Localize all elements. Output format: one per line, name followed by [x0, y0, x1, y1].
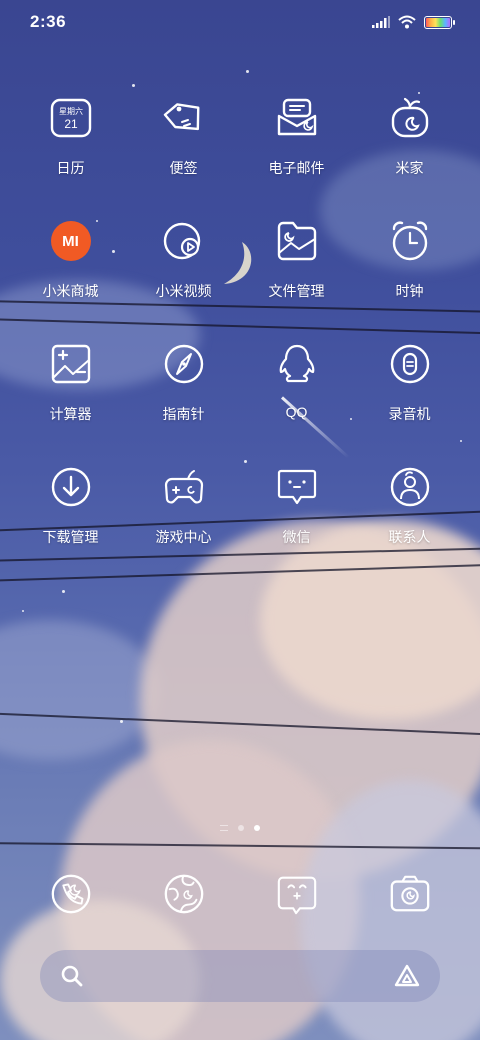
status-bar: 2:36	[0, 0, 480, 44]
calculator-icon	[49, 338, 93, 390]
calendar-icon: 星期六 21	[49, 92, 93, 144]
video-play-icon	[162, 215, 206, 267]
app-notes[interactable]: 便签	[127, 92, 240, 178]
page-dot-active[interactable]	[254, 825, 260, 831]
svg-text:星期六: 星期六	[59, 106, 83, 116]
browser-globe-icon	[162, 868, 206, 920]
page-dot[interactable]	[220, 825, 228, 831]
wifi-icon	[398, 15, 416, 29]
page-indicator	[0, 825, 480, 831]
download-icon	[49, 461, 93, 513]
battery-icon	[424, 15, 455, 29]
app-file-manager[interactable]: 文件管理	[240, 215, 353, 301]
status-icons	[372, 15, 455, 29]
page-dot[interactable]	[238, 825, 244, 831]
app-label: 小米商城	[42, 283, 99, 299]
app-label: 便签	[169, 160, 198, 176]
app-email[interactable]: 电子邮件	[240, 92, 353, 178]
app-label: 微信	[282, 529, 311, 545]
app-label: 联系人	[388, 529, 431, 545]
notes-tag-icon	[162, 92, 206, 144]
search-icon[interactable]	[60, 964, 84, 988]
app-label: 录音机	[388, 406, 431, 422]
app-download-manager[interactable]: 下载管理	[14, 461, 127, 547]
app-grid: 星期六 21 日历 便签 电子邮件 米家 MI 小米商城 小米视频 文件管理 时…	[14, 92, 466, 547]
camera-icon	[388, 868, 432, 920]
dock-browser[interactable]	[127, 868, 240, 920]
dock	[14, 868, 466, 920]
app-label: 游戏中心	[155, 529, 212, 545]
app-label: QQ	[285, 404, 308, 420]
app-contacts[interactable]: 联系人	[353, 461, 466, 547]
app-label: 电子邮件	[268, 160, 325, 176]
compass-icon	[162, 338, 206, 390]
messages-icon	[275, 868, 319, 920]
search-bar[interactable]	[40, 950, 440, 1002]
gamepad-icon	[162, 461, 206, 513]
app-wechat[interactable]: 微信	[240, 461, 353, 547]
app-mi-store[interactable]: MI 小米商城	[14, 215, 127, 301]
email-icon	[275, 92, 319, 144]
phone-icon	[49, 868, 93, 920]
wechat-chat-icon	[275, 461, 319, 513]
assistant-icon[interactable]	[394, 964, 420, 988]
dock-camera[interactable]	[353, 868, 466, 920]
app-qq[interactable]: QQ	[240, 338, 353, 424]
clock-icon	[388, 215, 432, 267]
mi-logo: MI	[50, 221, 91, 261]
app-label: 指南针	[162, 406, 205, 422]
dock-phone[interactable]	[14, 868, 127, 920]
mi-store-icon: MI	[49, 215, 93, 267]
recorder-icon	[388, 338, 432, 390]
dock-messages[interactable]	[240, 868, 353, 920]
app-label: 下载管理	[42, 529, 99, 545]
app-mijia[interactable]: 米家	[353, 92, 466, 178]
qq-penguin-icon	[275, 338, 319, 390]
app-label: 文件管理	[268, 283, 325, 299]
app-label: 小米视频	[155, 283, 212, 299]
app-label: 时钟	[395, 283, 424, 299]
status-time: 2:36	[30, 12, 67, 31]
app-label: 米家	[395, 160, 424, 176]
app-label: 计算器	[49, 406, 92, 422]
contacts-icon	[388, 461, 432, 513]
app-label: 日历	[56, 160, 85, 176]
file-manager-icon	[275, 215, 319, 267]
app-clock[interactable]: 时钟	[353, 215, 466, 301]
app-compass[interactable]: 指南针	[127, 338, 240, 424]
app-game-center[interactable]: 游戏中心	[127, 461, 240, 547]
mijia-icon	[388, 92, 432, 144]
app-recorder[interactable]: 录音机	[353, 338, 466, 424]
app-mi-video[interactable]: 小米视频	[127, 215, 240, 301]
app-calendar[interactable]: 星期六 21 日历	[14, 92, 127, 178]
svg-text:21: 21	[64, 117, 78, 131]
app-calculator[interactable]: 计算器	[14, 338, 127, 424]
signal-icon	[372, 16, 390, 28]
